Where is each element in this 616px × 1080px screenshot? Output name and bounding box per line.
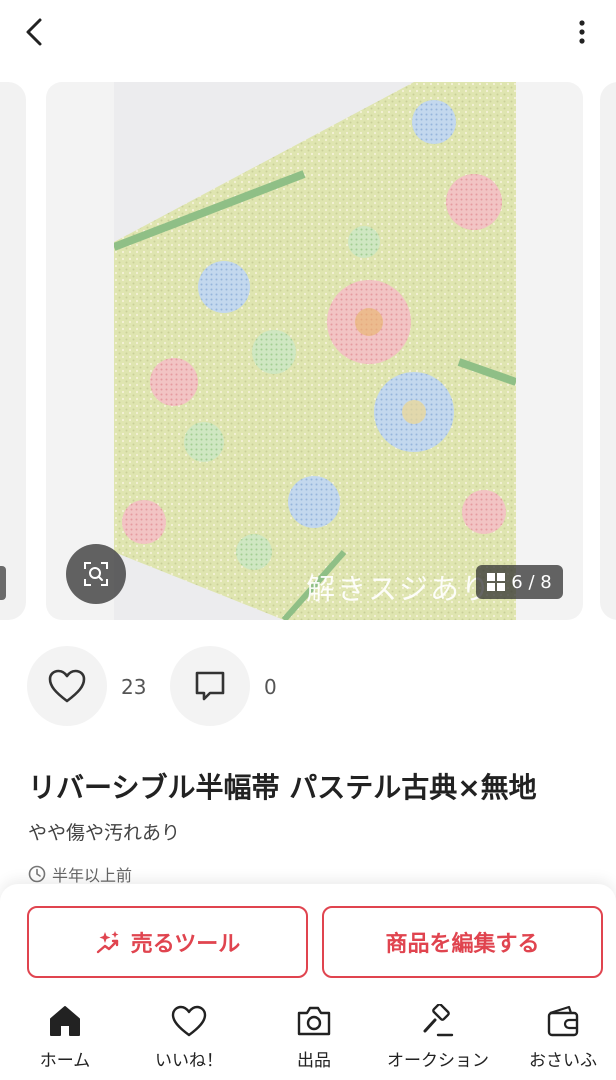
- tab-wallet-label: おさいふ: [529, 1051, 597, 1071]
- action-sheet: 売るツール 商品を編集する: [0, 884, 616, 994]
- previous-slide-edge: [0, 566, 6, 600]
- tab-sell-label: 出品: [297, 1051, 331, 1071]
- camera-icon: [297, 1006, 331, 1036]
- like-count: 23: [121, 675, 147, 699]
- tab-auction-label: オークション: [387, 1051, 489, 1071]
- item-condition: やや傷や汚れあり: [28, 822, 181, 844]
- comment-button[interactable]: [170, 646, 250, 726]
- photo-overlay-text: 解きスジあり: [306, 572, 493, 606]
- top-bar: [0, 0, 616, 64]
- grid-icon: [487, 573, 506, 591]
- back-button[interactable]: [14, 12, 54, 52]
- heart-icon: [171, 1005, 207, 1037]
- sell-tool-label: 売るツール: [130, 932, 241, 957]
- product-photo: [114, 82, 516, 620]
- sparkle-chart-icon: [96, 931, 119, 954]
- posted-time: 半年以上前: [28, 862, 132, 886]
- bottom-tab-bar: ホーム いいね！ 出品 オークション おさいふ: [0, 994, 616, 1080]
- heart-icon: [48, 669, 86, 703]
- edit-item-label: 商品を編集する: [385, 932, 540, 957]
- current-slide[interactable]: 解きスジあり 6 / 8: [46, 82, 583, 620]
- edit-item-button[interactable]: 商品を編集する: [322, 906, 603, 978]
- image-carousel[interactable]: 解きスジあり 6 / 8: [0, 82, 616, 620]
- zoom-button[interactable]: [66, 544, 126, 604]
- wallet-icon: [547, 1005, 579, 1037]
- tab-home-label: ホーム: [39, 1051, 91, 1071]
- clock-icon: [28, 865, 46, 883]
- tab-likes[interactable]: いいね！: [129, 1004, 249, 1080]
- like-button[interactable]: [27, 646, 107, 726]
- comment-count: 0: [264, 675, 277, 699]
- tab-wallet[interactable]: おさいふ: [503, 1004, 616, 1080]
- obi-fabric-image: [114, 82, 516, 620]
- chevron-left-icon: [26, 18, 42, 46]
- more-vertical-icon: [579, 20, 585, 44]
- sell-tool-button[interactable]: 売るツール: [27, 906, 308, 978]
- comment-icon: [195, 671, 225, 701]
- tab-likes-label: いいね！: [155, 1051, 223, 1071]
- image-search-icon: [84, 562, 108, 586]
- item-title: リバーシブル半幅帯 パステル古典×無地: [28, 771, 537, 804]
- previous-slide[interactable]: [0, 82, 26, 620]
- tab-sell[interactable]: 出品: [254, 1004, 374, 1080]
- home-icon: [50, 1006, 80, 1036]
- tab-auction[interactable]: オークション: [378, 1004, 498, 1080]
- more-options-button[interactable]: [562, 12, 602, 52]
- next-slide[interactable]: [600, 82, 616, 620]
- tab-home[interactable]: ホーム: [5, 1004, 125, 1080]
- posted-time-text: 半年以上前: [52, 866, 133, 885]
- gavel-icon: [423, 1004, 454, 1037]
- image-counter-text: 6 / 8: [511, 571, 552, 593]
- image-counter: 6 / 8: [476, 565, 563, 599]
